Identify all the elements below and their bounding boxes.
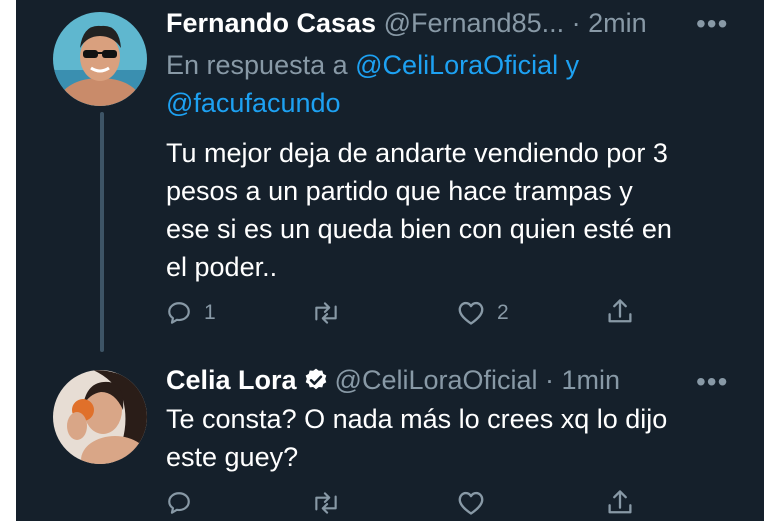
tweet1-share-button[interactable] — [606, 297, 634, 327]
more-dots-icon[interactable]: ••• — [696, 368, 728, 396]
tweet1-author-handle[interactable]: @Fernand85... — [384, 8, 565, 38]
tweet2-author-name[interactable]: Celia Lora — [166, 365, 297, 395]
tweet2-body: Te consta? O nada más lo crees xq lo dij… — [166, 400, 667, 476]
avatar-celia-lora[interactable] — [53, 370, 147, 464]
tweet1-text-line: pesos a un partido que hace trampas y — [166, 176, 633, 206]
tweet1-reply-count: 1 — [204, 301, 216, 324]
tweet1-author-name[interactable]: Fernando Casas — [166, 8, 376, 38]
tweet2-timestamp[interactable]: · 1min — [545, 365, 620, 395]
tweet1-text-line: ese si es un queda bien con quien esté e… — [166, 214, 672, 244]
heart-icon — [458, 491, 484, 515]
tweet2-text-line: este guey? — [166, 442, 299, 472]
tweet2-author-handle[interactable]: @CeliLoraOficial — [335, 365, 538, 395]
retweet-icon — [315, 492, 337, 514]
tweet2-text-line: Te consta? O nada más lo crees xq lo dij… — [166, 404, 668, 434]
thread-connector-line — [100, 112, 104, 352]
tweet2-reply-button[interactable] — [166, 490, 192, 516]
tweet1-like-button[interactable]: 2 — [457, 300, 509, 326]
tweet1-like-count: 2 — [497, 301, 509, 324]
tweet1-text-line: el poder.. — [166, 252, 278, 282]
tweet1-text-line: Tu mejor deja de andarte vendiendo por 3 — [166, 138, 668, 168]
tweet2-share-button[interactable] — [606, 488, 634, 518]
heart-icon — [458, 301, 484, 325]
avatar-fernando-casas[interactable] — [53, 12, 147, 106]
twitter-thread-screen: Fernando Casas @Fernand85... · 2min ••• … — [16, 0, 764, 521]
tweet1-timestamp[interactable]: · 2min — [572, 8, 647, 38]
more-dots-icon[interactable]: ••• — [696, 10, 728, 38]
share-icon — [608, 490, 632, 514]
tweet1-reply-button[interactable]: 1 — [166, 300, 216, 326]
mention-joiner: y — [565, 50, 580, 80]
tweet2-header: Celia Lora @CeliLoraOficial · 1min — [166, 363, 620, 401]
retweet-icon — [315, 302, 337, 324]
share-icon — [608, 299, 632, 323]
reply-prefix: En respuesta a — [166, 50, 348, 80]
reply-icon — [168, 302, 190, 324]
mention-celiloraoficial[interactable]: @CeliLoraOficial — [355, 50, 558, 80]
tweet1-body: Tu mejor deja de andarte vendiendo por 3… — [166, 134, 672, 286]
tweet1-reply-to: En respuesta a @CeliLoraOficial y @facuf… — [166, 46, 579, 122]
tweet2-retweet-button[interactable] — [311, 490, 341, 516]
reply-icon — [168, 492, 190, 514]
tweet1-header: Fernando Casas @Fernand85... · 2min — [166, 6, 647, 40]
tweet2-like-button[interactable] — [457, 490, 485, 516]
mention-facufacundo[interactable]: @facufacundo — [166, 88, 341, 118]
verified-badge-icon — [303, 367, 329, 401]
tweet1-retweet-button[interactable] — [311, 300, 341, 326]
